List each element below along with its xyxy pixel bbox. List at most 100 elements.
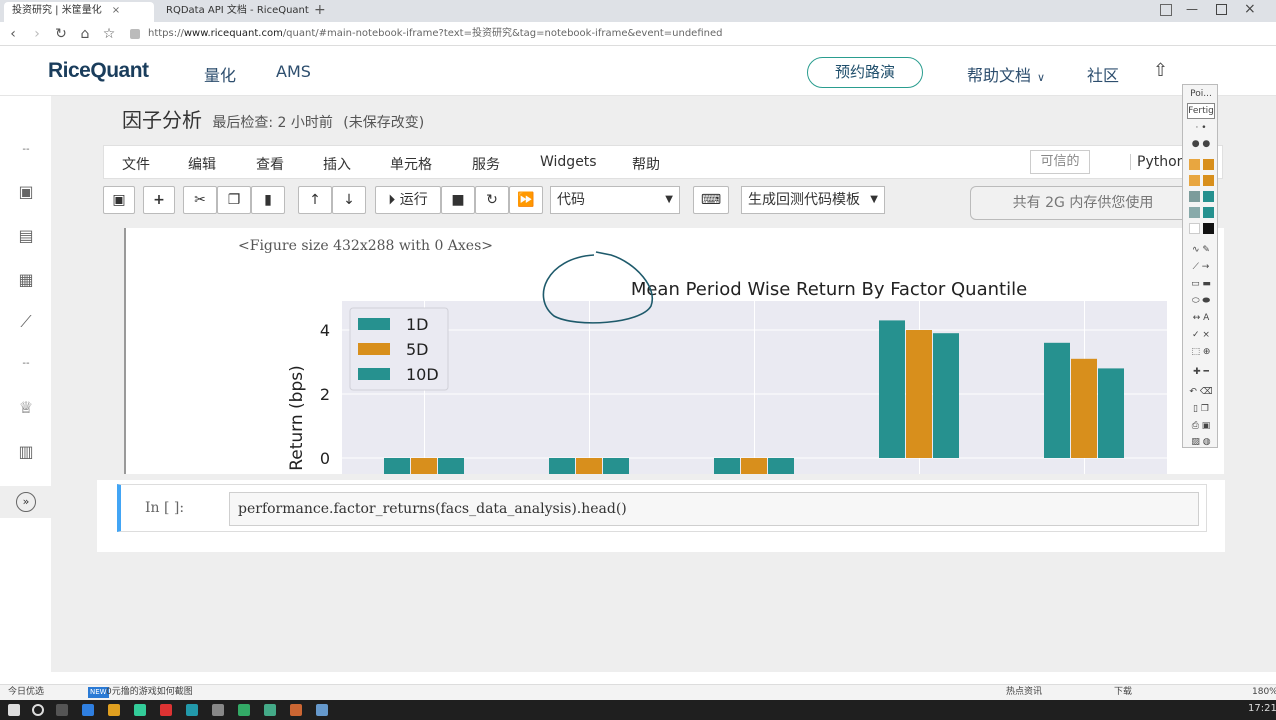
menu-widgets[interactable]: Widgets xyxy=(540,154,597,170)
backtest-template-select[interactable]: 生成回测代码模板 ▼ xyxy=(741,186,885,214)
paste-icon: ▮ xyxy=(264,192,272,208)
copy-button[interactable]: ❐ xyxy=(217,186,251,214)
trophy-icon[interactable]: ♕ xyxy=(14,396,38,420)
keyboard-shortcuts-button[interactable]: ⌨ xyxy=(693,186,729,214)
chart-board-icon[interactable]: ▣ xyxy=(14,180,38,204)
pen-size-icons[interactable]: · • xyxy=(1187,121,1215,135)
input-cell[interactable]: In [ ]: performance.factor_returns(facs_… xyxy=(97,480,1225,552)
tab-rqdata-docs[interactable]: RQData API 文档 - RiceQuant× xyxy=(158,2,314,22)
app-icon[interactable] xyxy=(316,704,328,716)
swatch-grey-teal[interactable] xyxy=(1189,191,1200,202)
nav-community[interactable]: 社区 xyxy=(1087,62,1119,86)
cell-type-select[interactable]: 代码 ▼ xyxy=(550,186,680,214)
cut-button[interactable]: ✂ xyxy=(183,186,217,214)
app-icon[interactable] xyxy=(264,704,276,716)
folder-icon[interactable] xyxy=(108,704,120,716)
bar-stats-icon[interactable]: ▥ xyxy=(14,440,38,464)
database-icon[interactable]: ▤ xyxy=(14,224,38,248)
line-chart-icon[interactable]: ⟋ xyxy=(14,310,38,334)
lock-icon[interactable] xyxy=(130,29,140,39)
window-close-icon[interactable]: × xyxy=(1244,1,1256,17)
swatch-orange-2[interactable] xyxy=(1189,175,1200,186)
done-button[interactable]: Fertig xyxy=(1187,103,1215,119)
nav-ams[interactable]: AMS xyxy=(276,62,311,81)
check-cross-icon[interactable]: ✓ × xyxy=(1187,328,1215,342)
text-tool-icon[interactable]: ↔ A xyxy=(1187,311,1215,325)
swatch-orange-light[interactable] xyxy=(1189,159,1200,170)
menu-kernel[interactable]: 服务 xyxy=(472,154,500,174)
interrupt-button[interactable]: ■ xyxy=(441,186,475,214)
swatch-orange[interactable] xyxy=(1203,159,1214,170)
save-button[interactable]: ▣ xyxy=(103,186,135,214)
trusted-indicator[interactable]: 可信的 xyxy=(1030,150,1090,174)
zoom-icon[interactable]: ⬚ ⊕ xyxy=(1187,345,1215,359)
back-icon[interactable]: ‹ xyxy=(4,25,22,43)
collapse-icon[interactable]: -- xyxy=(14,138,38,162)
status-left[interactable]: 今日优选 xyxy=(8,685,44,700)
menu-file[interactable]: 文件 xyxy=(122,154,150,174)
restart-button[interactable]: ↻ xyxy=(475,186,509,214)
tab-ricequant[interactable]: 投资研究 | 米筐量化 × xyxy=(4,2,154,22)
pen-size-large-icons[interactable]: ● ● xyxy=(1187,137,1215,151)
rectangle-icon[interactable]: ▭ ▬ xyxy=(1187,277,1215,291)
close-icon[interactable]: × xyxy=(112,5,120,16)
notebook-name[interactable]: 因子分析 xyxy=(122,108,202,132)
run-all-button[interactable]: ⏩ xyxy=(509,186,543,214)
download-link[interactable]: 下载 xyxy=(1114,685,1132,700)
app-icon[interactable] xyxy=(82,704,94,716)
upload-icon[interactable]: ⇧ xyxy=(1153,60,1168,81)
line-arrow-icon[interactable]: ⟋ → xyxy=(1187,260,1215,274)
undo-trash-icon[interactable]: ↶ ⌫ xyxy=(1187,385,1215,399)
menu-help[interactable]: 帮助 xyxy=(632,154,660,174)
news-link[interactable]: 0元撸的游戏如何截图 xyxy=(106,685,193,700)
swatch-white[interactable] xyxy=(1189,223,1200,234)
maximize-icon[interactable] xyxy=(1216,4,1227,15)
hot-news-link[interactable]: 热点资讯 xyxy=(1006,685,1042,700)
swatch-teal[interactable] xyxy=(1203,191,1214,202)
insert-cell-button[interactable]: + xyxy=(143,186,175,214)
app-icon[interactable] xyxy=(160,704,172,716)
plus-minus-icon[interactable]: ✚ ━ xyxy=(1187,365,1215,379)
bookmark-star-icon[interactable]: ☆ xyxy=(100,25,118,43)
document-copy-icon[interactable]: ▯ ❐ xyxy=(1187,402,1215,416)
app-icon[interactable] xyxy=(134,704,146,716)
app-icon[interactable] xyxy=(212,704,224,716)
ellipse-icon[interactable]: ⬭ ⬬ xyxy=(1187,294,1215,308)
calendar-icon[interactable]: ▦ xyxy=(14,268,38,292)
task-view-icon[interactable] xyxy=(56,704,68,716)
zoom-level[interactable]: 180% xyxy=(1252,685,1276,700)
sidebar-expand-item[interactable]: » xyxy=(0,486,52,518)
code-editor[interactable]: performance.factor_returns(facs_data_ana… xyxy=(229,492,1199,526)
swatch-orange-3[interactable] xyxy=(1203,175,1214,186)
menu-cell[interactable]: 单元格 xyxy=(390,154,432,174)
swatch-grey[interactable] xyxy=(1189,207,1200,218)
start-icon[interactable] xyxy=(8,704,20,716)
nav-quant[interactable]: 量化 xyxy=(204,62,236,86)
home-icon[interactable]: ⌂ xyxy=(76,25,94,43)
app-icon[interactable] xyxy=(186,704,198,716)
menu-view[interactable]: 查看 xyxy=(256,154,284,174)
menu-insert[interactable]: 插入 xyxy=(323,154,351,174)
minimize-icon[interactable]: — xyxy=(1186,2,1198,16)
search-icon[interactable] xyxy=(32,704,44,716)
image-help-icon[interactable]: ▨ ◍ xyxy=(1187,435,1215,449)
menu-edit[interactable]: 编辑 xyxy=(188,154,216,174)
paste-button[interactable]: ▮ xyxy=(251,186,285,214)
forward-icon[interactable]: › xyxy=(28,25,46,43)
url-input[interactable]: https://www.ricequant.com/quant/#main-no… xyxy=(148,26,1148,42)
freehand-pen-icon[interactable]: ∿ ✎ xyxy=(1187,243,1215,257)
book-demo-button[interactable]: 预约路演 xyxy=(807,57,923,88)
new-tab-button[interactable]: + xyxy=(314,2,326,18)
browser-icon[interactable] xyxy=(238,704,250,716)
swatch-black[interactable] xyxy=(1203,223,1214,234)
move-down-button[interactable]: ↓ xyxy=(332,186,366,214)
app-icon[interactable] xyxy=(290,704,302,716)
window-badge-icon[interactable] xyxy=(1160,4,1172,16)
nav-help-docs[interactable]: 帮助文档 ∨ xyxy=(967,62,1045,86)
run-button[interactable]: ⏵ 运行 xyxy=(375,186,441,214)
ricequant-logo[interactable]: RiceQuant xyxy=(48,59,149,83)
swatch-teal-2[interactable] xyxy=(1203,207,1214,218)
reload-icon[interactable]: ↻ xyxy=(52,25,70,43)
print-save-icon[interactable]: ⎙ ▣ xyxy=(1187,419,1215,433)
move-up-button[interactable]: ↑ xyxy=(298,186,332,214)
